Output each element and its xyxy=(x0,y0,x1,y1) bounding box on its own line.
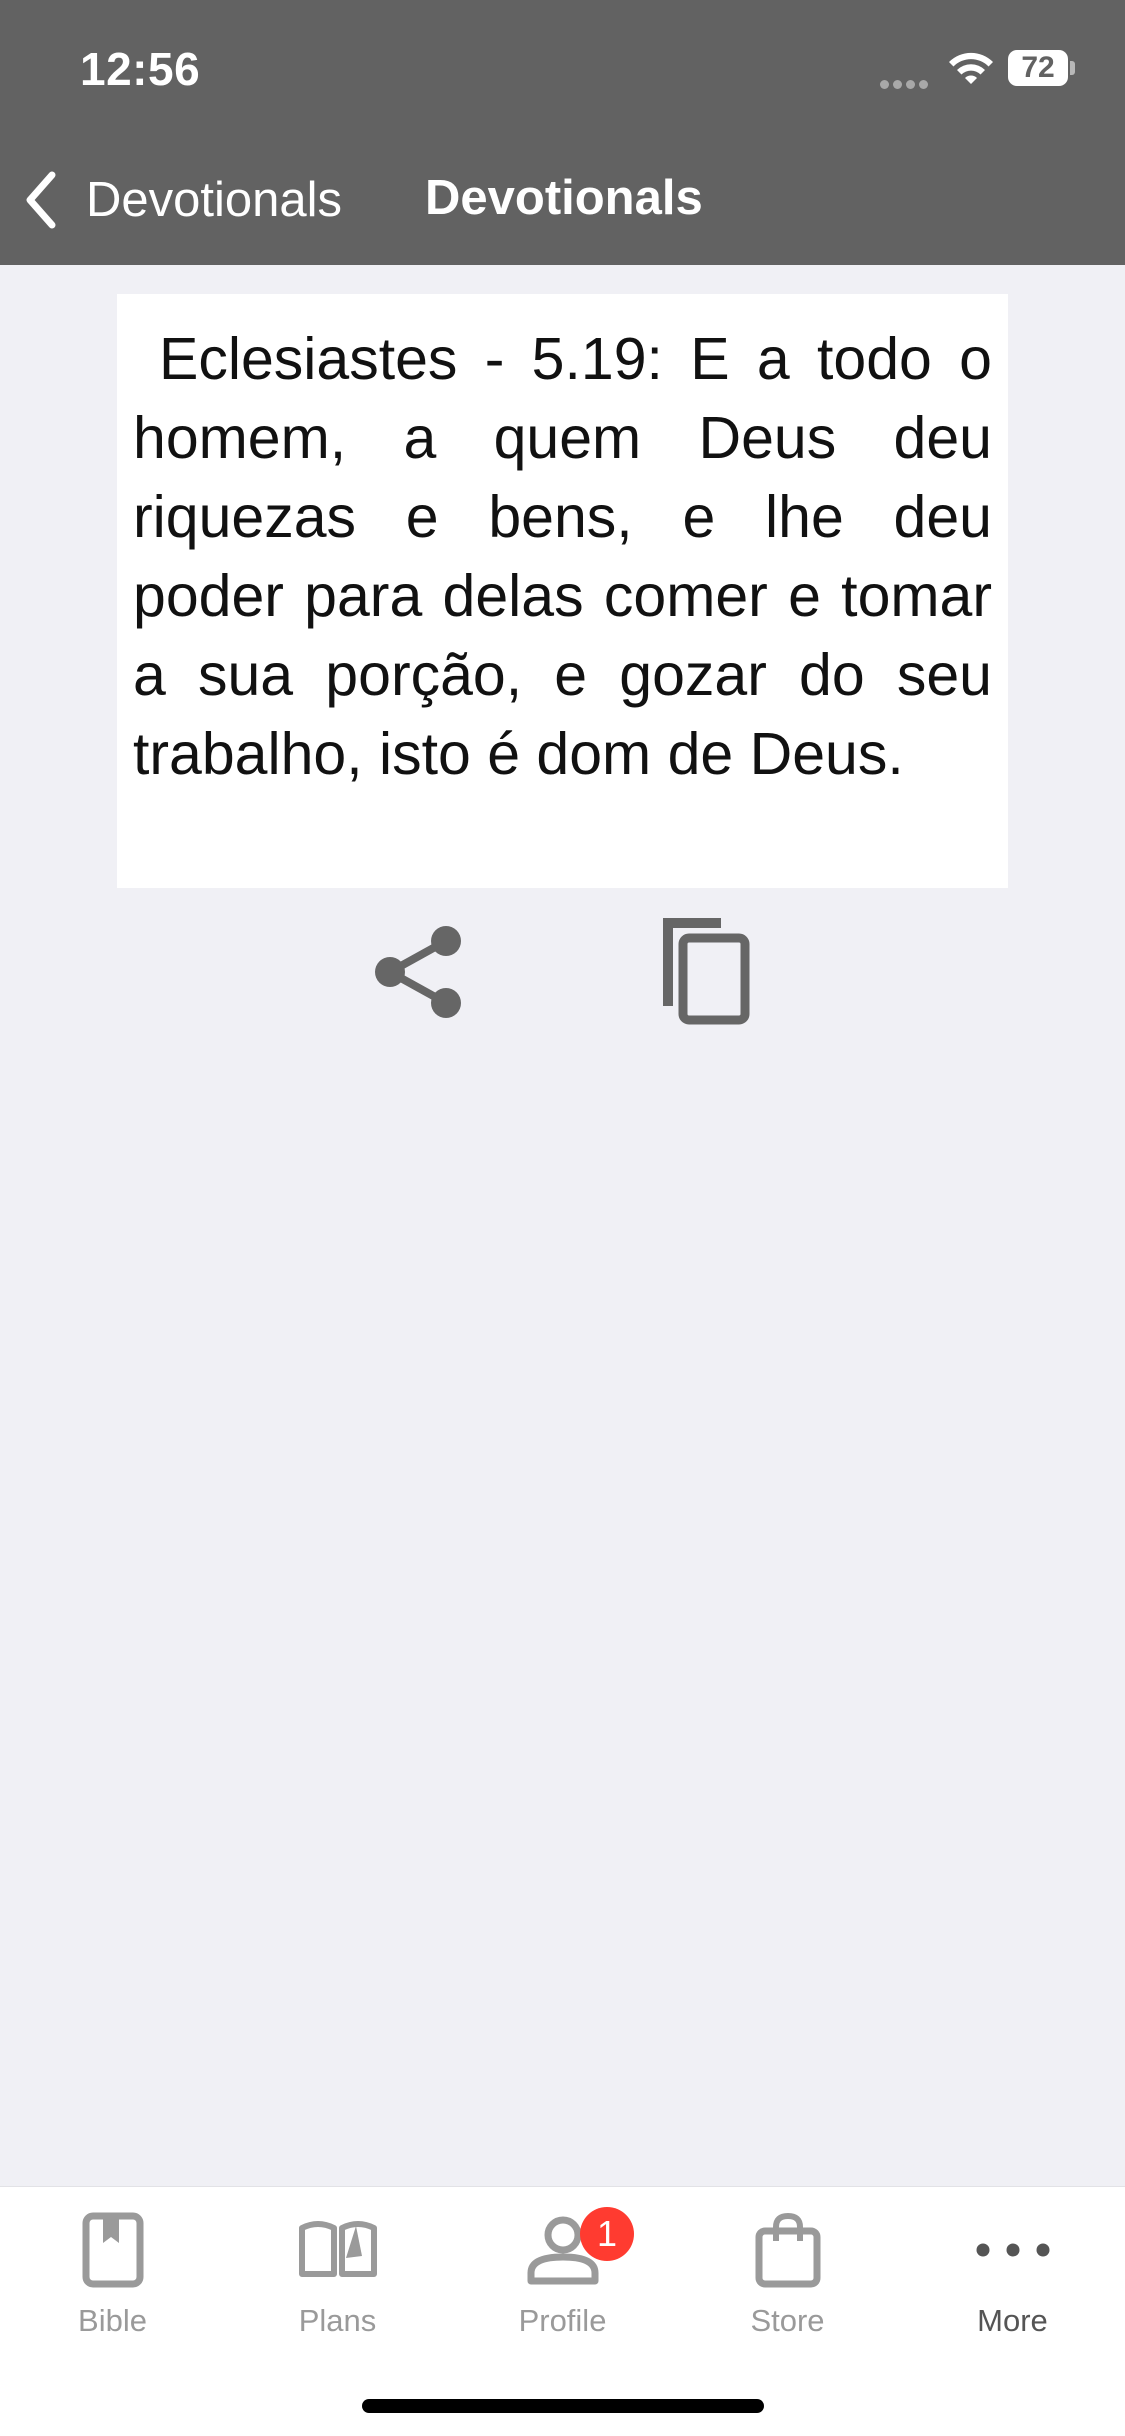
battery-level: 72 xyxy=(1008,50,1068,86)
battery-cap xyxy=(1070,61,1075,75)
tab-label: More xyxy=(977,2303,1048,2338)
back-label: Devotionals xyxy=(86,173,343,227)
tab-label: Bible xyxy=(78,2303,147,2338)
back-button[interactable]: Devotionals xyxy=(22,165,342,235)
cellular-signal-icon xyxy=(880,76,934,89)
tab-label: Profile xyxy=(518,2303,607,2338)
tab-label: Plans xyxy=(298,2303,377,2338)
tab-profile[interactable]: 1 Profile xyxy=(450,2205,675,2355)
copy-icon xyxy=(663,918,750,1025)
header: 12:56 72 Devotionals Devotionals xyxy=(0,0,1125,265)
shopping-bag-icon xyxy=(755,2212,820,2288)
copy-button[interactable] xyxy=(649,910,759,1030)
battery-indicator: 72 xyxy=(1008,50,1075,86)
tab-bible[interactable]: Bible xyxy=(0,2205,225,2355)
share-icon xyxy=(375,926,461,1018)
page-title: Devotionals xyxy=(425,171,703,225)
tab-more[interactable]: More xyxy=(900,2205,1125,2355)
verse-actions xyxy=(0,910,1125,1030)
book-open-icon xyxy=(298,2221,377,2277)
notification-badge: 1 xyxy=(580,2207,634,2261)
verse-card: Eclesiastes - 5.19: E a todo o homem, a … xyxy=(117,294,1008,888)
bible-icon xyxy=(82,2212,143,2288)
status-time: 12:56 xyxy=(80,43,201,95)
wifi-icon xyxy=(949,52,993,84)
tab-label: Store xyxy=(750,2303,825,2338)
screen: 12:56 72 Devotionals Devotionals Eclesia… xyxy=(0,0,1125,2436)
share-button[interactable] xyxy=(363,910,473,1030)
verse-text: Eclesiastes - 5.19: E a todo o homem, a … xyxy=(133,326,992,787)
chevron-left-icon xyxy=(26,171,56,229)
home-indicator xyxy=(362,2399,764,2413)
more-icon xyxy=(976,2243,1049,2257)
tab-bar: Bible Plans 1 Profile Store More xyxy=(0,2186,1125,2436)
tab-plans[interactable]: Plans xyxy=(225,2205,450,2355)
tab-store[interactable]: Store xyxy=(675,2205,900,2355)
